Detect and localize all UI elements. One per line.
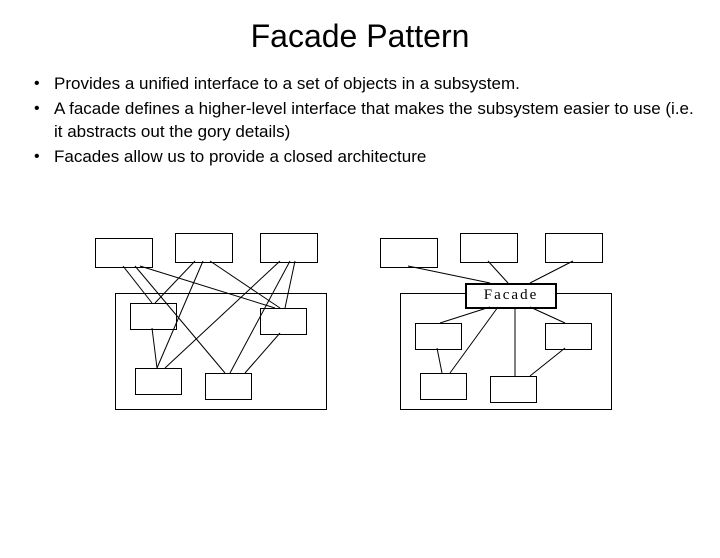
bullet-item: A facade defines a higher-level interfac… (28, 98, 700, 144)
client-box (380, 238, 438, 268)
subsystem-class (415, 323, 462, 350)
client-box (175, 233, 233, 263)
subsystem-class (490, 376, 537, 403)
bullet-item: Facades allow us to provide a closed arc… (28, 146, 700, 169)
subsystem-class (130, 303, 177, 330)
subsystem-class (545, 323, 592, 350)
diagram-area: Facade (0, 228, 720, 528)
subsystem-class (135, 368, 182, 395)
diagram-without-facade (95, 228, 355, 418)
facade-box: Facade (465, 283, 557, 309)
subsystem-class (420, 373, 467, 400)
bullet-item: Provides a unified interface to a set of… (28, 73, 700, 96)
client-box (545, 233, 603, 263)
bullet-list: Provides a unified interface to a set of… (28, 73, 700, 169)
client-box (95, 238, 153, 268)
client-box (260, 233, 318, 263)
client-box (460, 233, 518, 263)
diagram-with-facade: Facade (380, 228, 640, 418)
page-title: Facade Pattern (0, 18, 720, 55)
subsystem-class (205, 373, 252, 400)
subsystem-class (260, 308, 307, 335)
